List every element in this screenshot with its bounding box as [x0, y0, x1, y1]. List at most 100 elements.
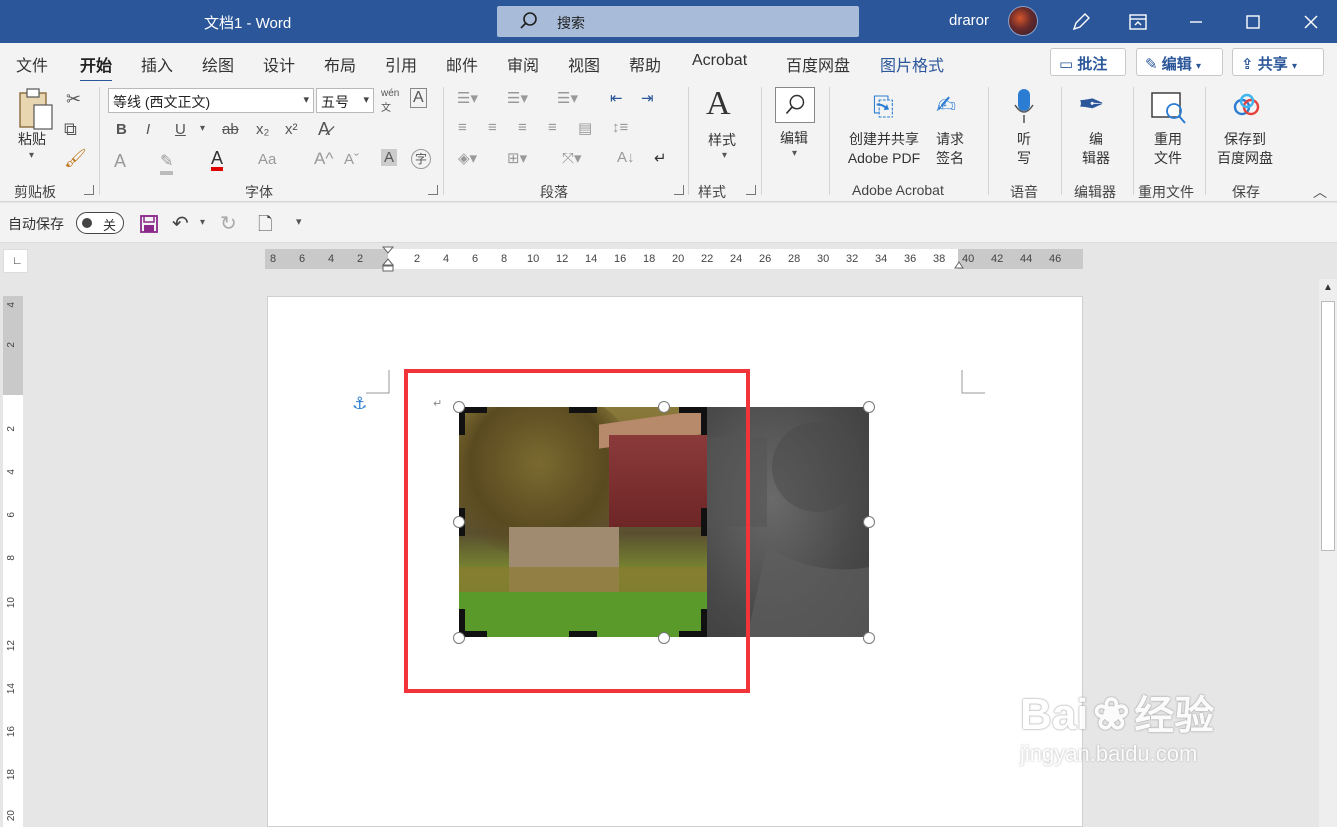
resize-handle[interactable]: [863, 632, 875, 644]
align-right-icon[interactable]: ≡: [518, 119, 527, 136]
show-marks-icon[interactable]: ↵: [654, 149, 667, 167]
create-pdf-icon[interactable]: ⎘: [873, 91, 894, 123]
strikethrough-icon[interactable]: ab: [222, 121, 239, 138]
resize-handle[interactable]: [863, 516, 875, 528]
tab-home[interactable]: 开始: [80, 52, 113, 83]
vertical-ruler[interactable]: 4 2 2 4 6 8 10 12 14 16 18 20: [3, 296, 23, 827]
tab-insert[interactable]: 插入: [141, 52, 173, 76]
close-icon[interactable]: [1300, 11, 1322, 33]
bold-icon[interactable]: B: [116, 121, 127, 138]
subscript-icon[interactable]: x₂: [256, 121, 269, 138]
numbering-icon[interactable]: ☰▾: [507, 89, 528, 107]
edit-mode-button[interactable]: ✎ 编辑 ▾: [1136, 48, 1223, 76]
grow-font-icon[interactable]: A^: [314, 149, 333, 169]
ribbon-display-icon[interactable]: [1127, 11, 1149, 33]
asian-layout-icon[interactable]: ⤧▾: [562, 149, 582, 167]
reuse-files-icon[interactable]: [1150, 91, 1190, 127]
editing-button[interactable]: 编辑: [780, 129, 808, 148]
minimize-icon[interactable]: [1185, 11, 1207, 33]
tab-baidu-netdisk[interactable]: 百度网盘: [786, 52, 850, 76]
shading-icon[interactable]: ◈▾: [458, 149, 477, 167]
styles-icon[interactable]: A: [706, 85, 731, 123]
horizontal-ruler[interactable]: 8 6 4 2 2 4 6 8 10 12 14 16 18 20 22 24 …: [265, 246, 1083, 272]
font-size-select[interactable]: 五号 ▾: [316, 88, 374, 113]
char-border-icon[interactable]: A: [410, 88, 427, 108]
maximize-icon[interactable]: [1242, 11, 1264, 33]
find-button[interactable]: [775, 87, 815, 123]
highlight-icon[interactable]: ✎: [160, 151, 174, 175]
request-signature-button[interactable]: 请求 签名: [936, 130, 964, 168]
italic-icon[interactable]: I: [146, 121, 150, 138]
editor-button[interactable]: 编辑器: [1082, 130, 1110, 168]
microphone-icon[interactable]: [1012, 87, 1036, 127]
tab-help[interactable]: 帮助: [629, 52, 661, 76]
font-name-select[interactable]: 等线 (西文正文) ▾: [108, 88, 314, 113]
chevron-down-icon[interactable]: ▾: [200, 217, 205, 228]
chevron-down-icon[interactable]: ▾: [200, 123, 205, 134]
collapse-ribbon-icon[interactable]: ︿: [1313, 182, 1327, 202]
scroll-up-icon[interactable]: ▲: [1323, 282, 1333, 293]
chevron-down-icon[interactable]: ▾: [29, 150, 34, 161]
phonetic-guide-icon[interactable]: wén 文: [381, 88, 399, 114]
borders-icon[interactable]: ⊞▾: [507, 149, 527, 167]
styles-button[interactable]: 样式: [708, 131, 736, 150]
clear-format-icon[interactable]: A̷: [318, 119, 330, 140]
char-shading-icon[interactable]: A: [381, 149, 398, 166]
create-pdf-button[interactable]: 创建并共享 Adobe PDF: [842, 130, 926, 168]
share-button[interactable]: ⇪ 共享 ▾: [1232, 48, 1324, 76]
dialog-launcher-icon[interactable]: [428, 185, 438, 195]
font-color-icon[interactable]: A: [211, 149, 224, 171]
text-effects-icon[interactable]: A: [114, 151, 126, 172]
right-indent-icon[interactable]: [954, 261, 964, 269]
superscript-icon[interactable]: x²: [285, 121, 298, 138]
tab-draw[interactable]: 绘图: [202, 52, 234, 76]
sort-icon[interactable]: A↓: [617, 149, 635, 166]
save-to-netdisk-button[interactable]: 保存到 百度网盘: [1217, 130, 1273, 168]
pen-icon[interactable]: [1070, 11, 1092, 33]
resize-handle[interactable]: [863, 401, 875, 413]
justify-icon[interactable]: ≡: [548, 119, 557, 136]
align-left-icon[interactable]: ≡: [458, 119, 467, 136]
cut-icon[interactable]: ✂: [66, 89, 81, 110]
copy-icon[interactable]: ⧉: [64, 119, 77, 140]
chevron-down-icon[interactable]: ▾: [722, 150, 727, 161]
align-center-icon[interactable]: ≡: [488, 119, 497, 136]
avatar[interactable]: [1008, 6, 1038, 36]
tab-selector[interactable]: ∟: [3, 249, 28, 273]
tab-file[interactable]: 文件: [16, 52, 48, 76]
tab-picture-format[interactable]: 图片格式: [880, 52, 944, 76]
bullets-icon[interactable]: ☰▾: [457, 89, 478, 107]
search-box[interactable]: 搜索: [497, 6, 859, 37]
reuse-files-button[interactable]: 重用 文件: [1154, 130, 1182, 168]
shrink-font-icon[interactable]: Aˇ: [344, 151, 359, 168]
paste-icon[interactable]: [16, 87, 56, 131]
customize-qat-icon[interactable]: ▾: [296, 215, 302, 228]
autosave-toggle[interactable]: 关: [76, 212, 124, 234]
tab-acrobat[interactable]: Acrobat: [692, 52, 747, 70]
decrease-indent-icon[interactable]: ⇤: [610, 89, 623, 107]
save-icon[interactable]: [139, 214, 159, 234]
dialog-launcher-icon[interactable]: [84, 185, 94, 195]
new-document-icon[interactable]: 🗋: [258, 212, 272, 242]
paste-button[interactable]: 粘贴: [18, 130, 46, 149]
dialog-launcher-icon[interactable]: [746, 185, 756, 195]
chevron-down-icon[interactable]: ▾: [792, 148, 797, 159]
multilevel-list-icon[interactable]: ☰▾: [557, 89, 578, 107]
tab-view[interactable]: 视图: [568, 52, 600, 76]
enclose-char-icon[interactable]: 字: [411, 149, 431, 169]
increase-indent-icon[interactable]: ⇥: [641, 89, 654, 107]
anchor-icon[interactable]: ⚓: [352, 394, 367, 414]
distribute-icon[interactable]: ▤: [578, 119, 592, 137]
dialog-launcher-icon[interactable]: [674, 185, 684, 195]
tab-references[interactable]: 引用: [385, 52, 417, 76]
undo-icon[interactable]: ↶: [172, 211, 189, 236]
format-painter-icon[interactable]: 🖌: [64, 148, 87, 169]
tab-layout[interactable]: 布局: [324, 52, 356, 76]
vertical-scrollbar[interactable]: ▲: [1319, 279, 1337, 827]
scrollbar-thumb[interactable]: [1321, 301, 1335, 551]
tab-mailings[interactable]: 邮件: [446, 52, 478, 76]
indent-marker-icon[interactable]: [382, 246, 394, 272]
tab-review[interactable]: 审阅: [507, 52, 539, 76]
baidu-netdisk-icon[interactable]: [1231, 93, 1263, 119]
comment-button[interactable]: ▭ 批注: [1050, 48, 1126, 76]
